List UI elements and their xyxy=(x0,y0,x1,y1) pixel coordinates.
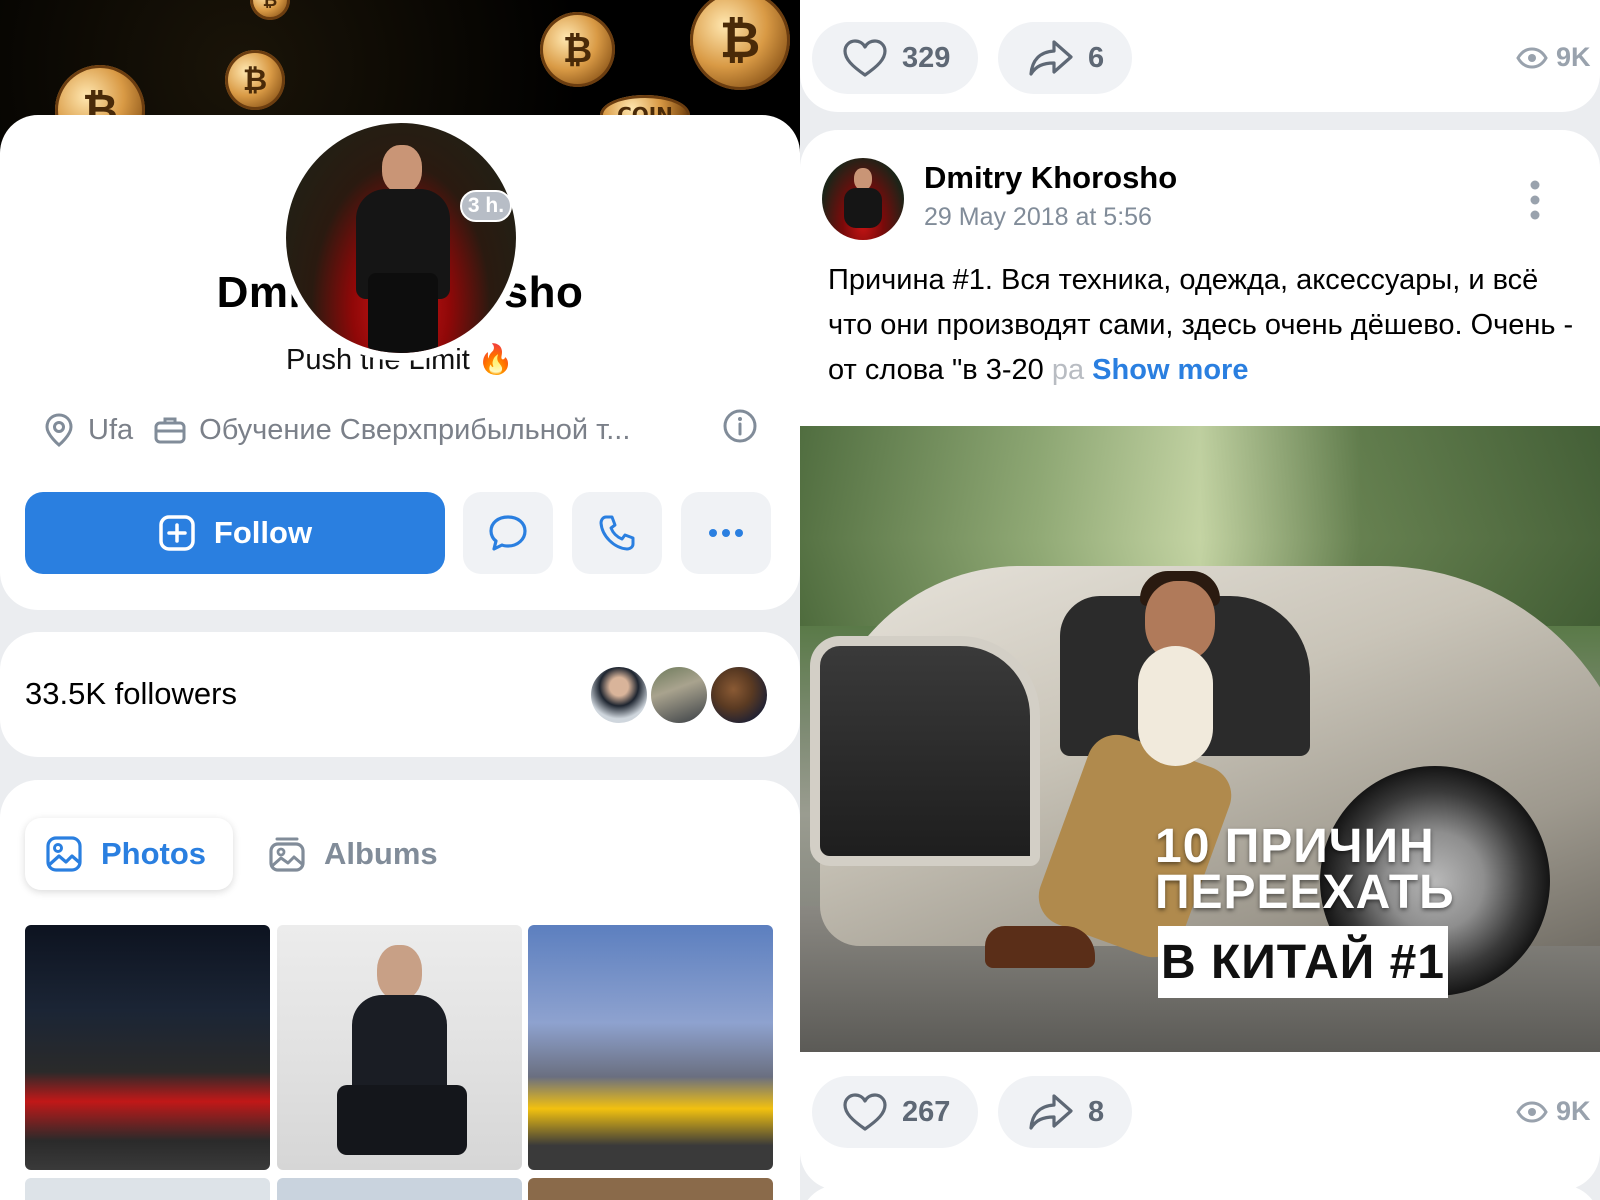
photo-thumbnail[interactable] xyxy=(277,925,522,1170)
bitcoin-coin-icon: ₿ xyxy=(540,12,615,87)
share-button[interactable]: 8 xyxy=(998,1076,1132,1148)
bitcoin-coin-icon: ₿ xyxy=(250,0,290,20)
post-date[interactable]: 29 May 2018 at 5:56 xyxy=(924,203,1152,232)
eye-icon xyxy=(1516,1100,1548,1123)
photos-section: Photos Albums xyxy=(0,780,800,1200)
share-icon xyxy=(1029,1094,1073,1130)
like-button[interactable]: 329 xyxy=(812,22,978,94)
follow-button[interactable]: Follow xyxy=(25,492,445,574)
feed-panel: 329 6 9K Dmitry Khorosho 29 May 2018 at … xyxy=(800,0,1600,1200)
show-more-link[interactable]: Show more xyxy=(1092,354,1248,386)
image-title: 10 ПРИЧИН ПЕРЕЕХАТЬ xyxy=(1155,820,1455,919)
post-body-fade: ра xyxy=(1051,354,1085,386)
post-image[interactable]: 10 ПРИЧИН ПЕРЕЕХАТЬ В КИТАЙ #1 xyxy=(800,426,1600,1052)
previous-post-footer: 329 6 9K xyxy=(800,0,1600,112)
share-count: 8 xyxy=(1088,1095,1105,1128)
eye-icon xyxy=(1516,46,1548,69)
post-author-avatar[interactable] xyxy=(822,158,904,240)
photo-thumbnail[interactable] xyxy=(25,1178,270,1200)
bitcoin-coin-icon: ₿ xyxy=(225,50,285,110)
image-title-line1: 10 ПРИЧИН xyxy=(1155,820,1435,873)
profile-work: Обучение Сверхприбыльной т... xyxy=(199,413,631,446)
fire-emoji: 🔥 xyxy=(477,344,514,376)
profile-info-row: Ufa Обучение Сверхприбыльной т... xyxy=(42,408,762,452)
more-button[interactable] xyxy=(681,492,771,574)
photo-thumbnail[interactable] xyxy=(277,1178,522,1200)
profile-panel: ₿ ₿ ₿ ₿ COIN ₿ 3 h. Dmitry Khorosho Push… xyxy=(0,0,800,1200)
post-card: Dmitry Khorosho 29 May 2018 at 5:56 Прич… xyxy=(800,130,1600,1190)
next-post-card xyxy=(800,1185,1600,1200)
tab-albums-label: Albums xyxy=(324,836,438,871)
follower-avatar xyxy=(708,664,770,726)
photo-thumbnail[interactable] xyxy=(25,925,270,1170)
tab-photos-label: Photos xyxy=(101,836,207,871)
post-text: Причина #1. Вся техника, одежда, аксессу… xyxy=(828,258,1588,393)
image-title-line2: ПЕРЕЕХАТЬ xyxy=(1155,866,1455,919)
view-count: 9K xyxy=(1516,42,1591,73)
photo-icon xyxy=(46,836,82,872)
bitcoin-coin-icon: ₿ xyxy=(690,0,790,90)
heart-icon xyxy=(843,1093,887,1131)
heart-icon xyxy=(843,39,887,77)
views-label: 9K xyxy=(1556,42,1591,72)
share-button[interactable]: 6 xyxy=(998,22,1132,94)
message-icon xyxy=(489,515,527,551)
views-label: 9K xyxy=(1556,1096,1591,1126)
post-author-name[interactable]: Dmitry Khorosho xyxy=(924,160,1177,196)
album-icon xyxy=(269,837,305,872)
profile-city: Ufa xyxy=(88,413,134,446)
like-count: 329 xyxy=(902,41,951,74)
post-menu-icon[interactable] xyxy=(1528,178,1542,222)
phone-icon xyxy=(599,515,635,551)
follow-label: Follow xyxy=(213,515,313,550)
profile-avatar[interactable] xyxy=(278,115,524,361)
follower-avatar xyxy=(588,664,650,726)
follower-avatar xyxy=(648,664,710,726)
share-icon xyxy=(1029,40,1073,76)
tab-photos[interactable]: Photos xyxy=(25,818,233,890)
briefcase-icon xyxy=(153,413,187,447)
profile-card: 3 h. Dmitry Khorosho Push the Limit 🔥 Uf… xyxy=(0,115,800,610)
more-icon xyxy=(709,529,743,537)
image-title-box: В КИТАЙ #1 xyxy=(1158,926,1448,998)
followers-count: 33.5K followers xyxy=(25,676,237,711)
location-pin-icon xyxy=(42,413,76,447)
online-time-badge: 3 h. xyxy=(460,190,512,222)
photo-thumbnail[interactable] xyxy=(528,1178,773,1200)
message-button[interactable] xyxy=(463,492,553,574)
info-icon[interactable] xyxy=(722,408,758,444)
followers-card[interactable]: 33.5K followers xyxy=(0,632,800,757)
view-count: 9K xyxy=(1516,1096,1591,1127)
tab-albums[interactable]: Albums xyxy=(268,818,438,890)
call-button[interactable] xyxy=(572,492,662,574)
like-button[interactable]: 267 xyxy=(812,1076,978,1148)
add-square-icon xyxy=(159,515,195,551)
share-count: 6 xyxy=(1088,41,1105,74)
photo-thumbnail[interactable] xyxy=(528,925,773,1170)
like-count: 267 xyxy=(902,1095,951,1128)
